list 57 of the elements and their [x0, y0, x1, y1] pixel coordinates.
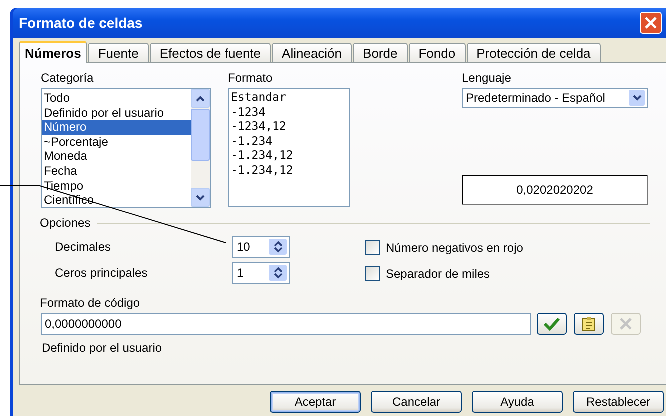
- dialog-button[interactable]: Cancelar: [371, 391, 462, 413]
- scrollbar[interactable]: [191, 89, 210, 207]
- window-title: Formato de celdas: [19, 15, 143, 31]
- list-item[interactable]: Número: [42, 120, 191, 135]
- list-item[interactable]: -1.234,12: [229, 162, 349, 178]
- list-item[interactable]: Estandar: [229, 90, 349, 105]
- number-spinner[interactable]: 10: [232, 236, 290, 258]
- checkmark-icon: [543, 317, 561, 331]
- list-item[interactable]: -1234,12: [229, 119, 349, 134]
- up-down-arrows-icon: [274, 241, 282, 253]
- chevron-down-icon: [632, 95, 642, 101]
- checkbox[interactable]: [365, 266, 380, 281]
- accept-button[interactable]: [537, 313, 567, 335]
- options-heading: Opciones: [40, 216, 91, 230]
- tab[interactable]: Fondo: [408, 43, 466, 62]
- number-spinner[interactable]: 1: [232, 262, 290, 284]
- checkbox-label: Separador de miles: [386, 266, 490, 280]
- category-label: Categoría: [41, 71, 95, 85]
- list-item[interactable]: ~Porcentaje: [42, 134, 191, 150]
- scroll-down-button[interactable]: [191, 188, 210, 207]
- list-item[interactable]: Fecha: [42, 164, 191, 179]
- dialog-button[interactable]: Restablecer: [573, 391, 664, 413]
- up-down-arrows-icon: [274, 267, 282, 279]
- close-icon: [645, 17, 657, 29]
- list-item[interactable]: -1234: [229, 104, 349, 120]
- delete-icon: [620, 318, 632, 330]
- list-item[interactable]: Moneda: [42, 149, 191, 164]
- format-code-label: Formato de código: [40, 296, 142, 310]
- close-button[interactable]: [640, 12, 662, 34]
- tab[interactable]: Fuente: [88, 43, 149, 62]
- comment-button[interactable]: [574, 313, 604, 335]
- format-list[interactable]: Estandar -1234 -1234,12 -1.234 -1.234,12 -1.234,12: [228, 88, 350, 207]
- format-label: Formato: [228, 71, 274, 85]
- tab[interactable]: Números: [19, 41, 88, 63]
- format-description: Definido por el usuario: [42, 341, 164, 355]
- tab[interactable]: Alineación: [272, 43, 352, 62]
- format-code-field[interactable]: 0,0000000000: [41, 313, 531, 335]
- list-item[interactable]: -1.234: [229, 134, 349, 148]
- checkbox-label: Número negativos en rojo: [386, 240, 524, 254]
- scroll-up-button[interactable]: [191, 89, 210, 108]
- checkbox[interactable]: [365, 240, 380, 255]
- language-dropdown[interactable]: Predeterminado - Español: [462, 88, 648, 108]
- list-item[interactable]: -1.234,12: [229, 148, 349, 163]
- scroll-thumb[interactable]: [191, 109, 210, 161]
- dialog-button[interactable]: Ayuda: [472, 391, 563, 413]
- language-label: Lenguaje: [462, 71, 512, 85]
- tab[interactable]: Protección de celda: [466, 43, 601, 62]
- tab[interactable]: Efectos de fuente: [150, 43, 272, 62]
- list-item[interactable]: Definido por el usuario: [42, 106, 191, 120]
- list-item[interactable]: Tiempo: [42, 178, 191, 194]
- spinner-label: Decimales: [55, 240, 112, 254]
- preview-box: 0,0202020202: [462, 175, 648, 205]
- note-icon: [581, 316, 597, 332]
- dialog-button[interactable]: Aceptar: [270, 391, 361, 413]
- tab[interactable]: Borde: [353, 43, 408, 62]
- spinner-label: Ceros principales: [55, 266, 149, 280]
- list-item[interactable]: Todo: [42, 91, 191, 106]
